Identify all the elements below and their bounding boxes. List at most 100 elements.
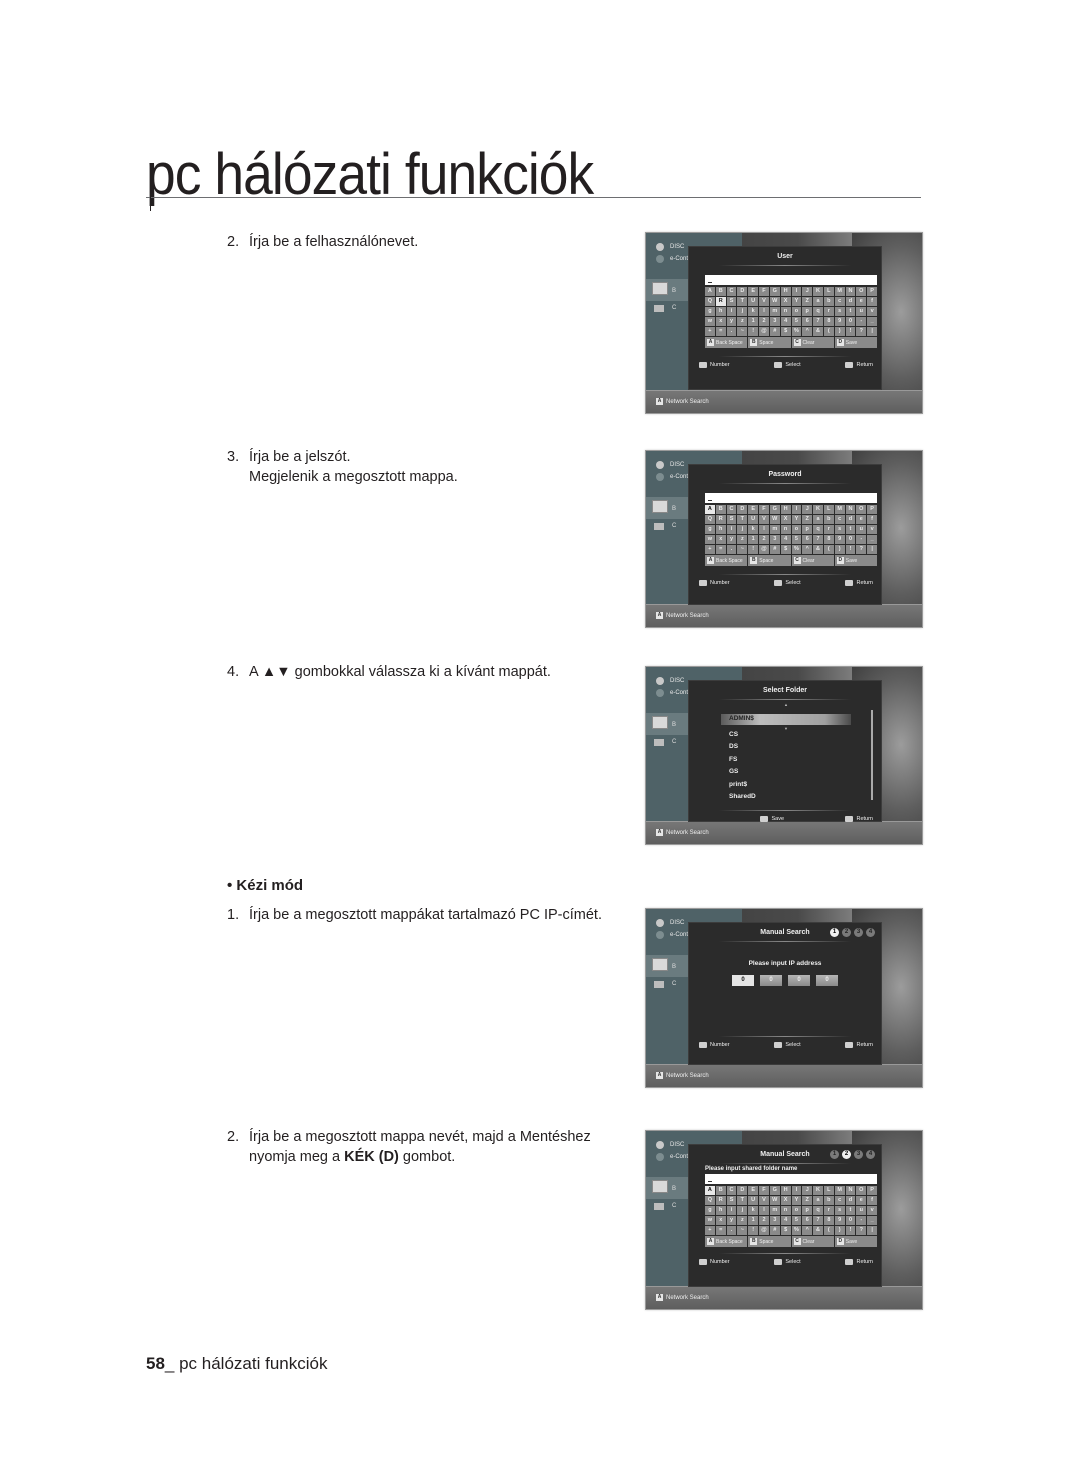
menu-item-disc[interactable]: DISC — [656, 241, 688, 253]
keyboard-key[interactable]: s — [834, 1206, 845, 1215]
keyboard-key[interactable]: ( — [823, 1226, 834, 1235]
keyboard-key[interactable]: B — [715, 505, 726, 514]
keyboard-key[interactable]: Y — [791, 297, 802, 306]
keyboard-key[interactable]: J — [802, 1186, 813, 1195]
keyboard-key[interactable]: ) — [834, 545, 845, 554]
keyboard-key[interactable]: H — [780, 1186, 791, 1195]
keyboard-key[interactable]: z — [737, 1216, 748, 1225]
fkey-save-button[interactable]: D Save — [834, 555, 877, 566]
keyboard-key[interactable]: 2 — [759, 317, 769, 326]
keyboard-key[interactable]: b — [823, 297, 834, 306]
keyboard-key[interactable]: Y — [791, 515, 802, 524]
keyboard-key[interactable]: & — [813, 1226, 823, 1235]
keyboard-key[interactable]: V — [759, 1196, 769, 1205]
network-search-button[interactable]: A Network Search — [656, 829, 709, 836]
keyboard-key[interactable]: % — [791, 1226, 802, 1235]
keyboard-key[interactable]: A — [705, 287, 715, 296]
folder-item[interactable]: SharedD — [729, 793, 756, 800]
keyboard-key[interactable]: 9 — [834, 1216, 845, 1225]
keyboard-key[interactable]: a — [813, 515, 823, 524]
hint-return[interactable]: Return — [845, 362, 873, 368]
folder-item[interactable]: CS — [729, 731, 738, 738]
keyboard-key[interactable]: ~ — [737, 327, 748, 336]
fkey-space-button[interactable]: B Space — [748, 337, 791, 348]
keyboard-key[interactable]: 0 — [845, 1216, 856, 1225]
menu-item-econtent[interactable]: e-Cont — [656, 687, 688, 699]
keyboard-key[interactable]: y — [726, 535, 737, 544]
keyboard-key[interactable]: Z — [802, 297, 813, 306]
keyboard-key[interactable]: l — [759, 525, 769, 534]
ip-octet-field[interactable]: 0 — [788, 975, 810, 986]
keyboard-key[interactable]: r — [823, 525, 834, 534]
keyboard-key[interactable]: Y — [791, 1196, 802, 1205]
keyboard-key[interactable]: S — [726, 297, 737, 306]
keyboard-key[interactable]: | — [867, 327, 877, 336]
fkey-save-button[interactable]: D Save — [834, 1236, 877, 1247]
keyboard-key[interactable]: k — [748, 307, 759, 316]
keyboard-key[interactable]: a — [813, 297, 823, 306]
keyboard-key[interactable]: @ — [759, 327, 769, 336]
keyboard-key[interactable]: ^ — [802, 545, 813, 554]
keyboard-key[interactable]: m — [769, 307, 780, 316]
keyboard-key[interactable]: . — [726, 1226, 737, 1235]
keyboard-key[interactable]: | — [867, 1226, 877, 1235]
keyboard-key[interactable]: c — [834, 515, 845, 524]
hint-number[interactable]: Number — [699, 362, 730, 368]
fkey-space-button[interactable]: B Space — [748, 555, 791, 566]
keyboard-key[interactable]: . — [726, 327, 737, 336]
keyboard-key[interactable]: P — [867, 505, 877, 514]
keyboard-key[interactable]: $ — [780, 545, 791, 554]
keyboard-key[interactable]: M — [834, 1186, 845, 1195]
menu-item-disc[interactable]: DISC — [656, 917, 688, 929]
keyboard-key[interactable]: h — [715, 525, 726, 534]
keyboard-key[interactable]: 1 — [748, 535, 759, 544]
keyboard-key[interactable]: $ — [780, 327, 791, 336]
fkey-back-space-button[interactable]: A Back Space — [705, 1236, 748, 1247]
keyboard-key[interactable]: R — [715, 297, 726, 306]
keyboard-key[interactable]: s — [834, 525, 845, 534]
ip-octet-field[interactable]: 0 — [816, 975, 838, 986]
keyboard-key[interactable]: N — [845, 1186, 856, 1195]
keyboard-key[interactable]: V — [759, 297, 769, 306]
keyboard-key[interactable]: - — [856, 535, 867, 544]
keyboard-key[interactable]: c — [834, 297, 845, 306]
keyboard-key[interactable]: q — [813, 1206, 823, 1215]
keyboard-key[interactable]: @ — [759, 545, 769, 554]
keyboard-key[interactable]: E — [748, 505, 759, 514]
keyboard-key[interactable]: T — [737, 1196, 748, 1205]
ip-octet-field[interactable]: 0 — [732, 975, 754, 986]
keyboard-key[interactable]: l — [759, 307, 769, 316]
keyboard-key[interactable]: f — [867, 297, 877, 306]
folder-name-input[interactable] — [705, 1174, 877, 1184]
hint-number[interactable]: Number — [699, 580, 730, 586]
keyboard-key[interactable]: 5 — [791, 317, 802, 326]
keyboard-key[interactable]: R — [715, 1196, 726, 1205]
keyboard-key[interactable]: $ — [780, 1226, 791, 1235]
hint-select[interactable]: Select — [774, 1259, 801, 1265]
keyboard-key[interactable]: + — [705, 545, 715, 554]
keyboard-key[interactable]: A — [705, 1186, 715, 1195]
keyboard-key[interactable]: D — [737, 287, 748, 296]
keyboard-key[interactable]: S — [726, 1196, 737, 1205]
keyboard-key[interactable]: Q — [705, 515, 715, 524]
hint-return[interactable]: Return — [845, 1259, 873, 1265]
keyboard-key[interactable]: ) — [834, 327, 845, 336]
menu-item-econtent[interactable]: e-Cont — [656, 929, 688, 941]
keyboard-key[interactable]: f — [867, 515, 877, 524]
keyboard-key[interactable]: ! — [845, 545, 856, 554]
keyboard-key[interactable]: e — [856, 1196, 867, 1205]
keyboard-key[interactable]: w — [705, 1216, 715, 1225]
keyboard-key[interactable]: g — [705, 307, 715, 316]
keyboard-key[interactable]: x — [715, 535, 726, 544]
keyboard-key[interactable]: & — [813, 545, 823, 554]
menu-item-disc[interactable]: DISC — [656, 675, 688, 687]
keyboard-key[interactable]: f — [867, 1196, 877, 1205]
keyboard-key[interactable]: ( — [823, 545, 834, 554]
keyboard-key[interactable]: ~ — [737, 1226, 748, 1235]
keyboard-key[interactable]: H — [780, 287, 791, 296]
keyboard-key[interactable]: ? — [856, 327, 867, 336]
hint-select[interactable]: Select — [774, 580, 801, 586]
keyboard-key[interactable]: 0 — [845, 317, 856, 326]
keyboard-key[interactable]: = — [715, 545, 726, 554]
hint-return[interactable]: Return — [845, 816, 873, 822]
